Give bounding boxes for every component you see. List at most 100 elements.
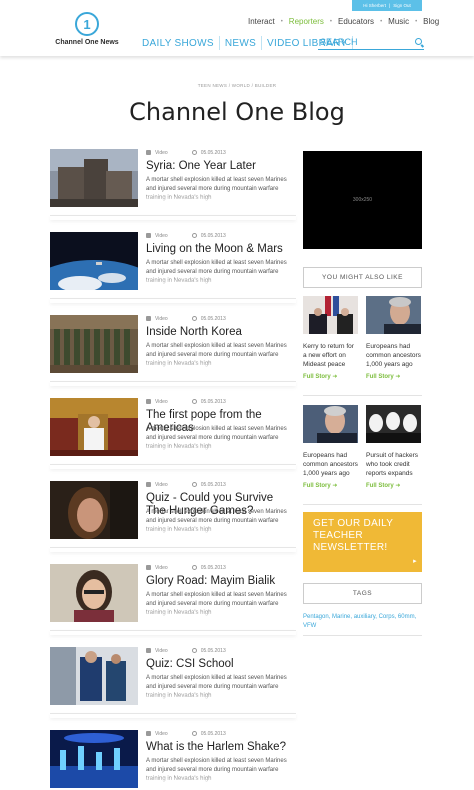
main-nav-daily-shows[interactable]: DAILY SHOWS <box>142 38 214 49</box>
article-item[interactable]: Video 05.05.2013 What is the Harlem Shak… <box>50 729 296 790</box>
top-nav-music[interactable]: Music <box>388 17 409 26</box>
arrow-right-icon: ➜ <box>395 483 401 489</box>
user-bar: Hi Sherbert | Sign Out <box>352 0 422 11</box>
tag-list[interactable]: Pentagon, Marine, auxiliary, Corps, 60mm… <box>303 613 422 631</box>
article-item[interactable]: Video 05.05.2013 The first pope from the… <box>50 397 296 480</box>
article-type: Video <box>146 316 168 322</box>
full-story-link[interactable]: Full Story ➜ <box>366 482 421 489</box>
page-title: Channel One Blog <box>129 98 345 126</box>
site-logo[interactable]: 1 Channel One News <box>52 12 122 46</box>
article-item[interactable]: Video 05.05.2013 Inside North Korea A mo… <box>50 314 296 397</box>
top-nav-interact[interactable]: Interact <box>248 17 275 26</box>
article-divider <box>50 713 296 718</box>
article-list: Video 05.05.2013 Syria: One Year Later A… <box>50 148 296 790</box>
ad-banner[interactable]: 300x250 <box>303 151 422 249</box>
article-type-label: Video <box>155 565 168 571</box>
article-date-label: 05.05.2013 <box>200 648 226 654</box>
article-date: 05.05.2013 <box>191 648 226 654</box>
article-title[interactable]: Living on the Moon & Mars <box>146 243 294 256</box>
article-item[interactable]: Video 05.05.2013 Quiz: CSI School A mort… <box>50 646 296 729</box>
newsletter-signup-button[interactable]: GET OUR DAILY TEACHER NEWSLETTER! ▸ <box>303 512 422 572</box>
article-item[interactable]: Video 05.05.2013 Quiz - Could you Surviv… <box>50 480 296 563</box>
logo-mark: 1 <box>75 12 99 36</box>
full-story-label: Full Story <box>366 374 394 380</box>
article-thumbnail[interactable] <box>50 564 138 622</box>
article-type-label: Video <box>155 150 168 156</box>
user-greeting[interactable]: Hi Sherbert <box>363 3 386 8</box>
article-meta: Video 05.05.2013 <box>146 399 226 405</box>
breadcrumb: TEEN NEWS / WORLD / BUILDER <box>197 83 277 88</box>
article-title[interactable]: Quiz: CSI School <box>146 658 294 671</box>
article-date: 05.05.2013 <box>191 482 226 488</box>
article-thumbnail[interactable] <box>50 481 138 539</box>
video-icon <box>146 399 151 405</box>
article-item[interactable]: Video 05.05.2013 Syria: One Year Later A… <box>50 148 296 231</box>
article-item[interactable]: Video 05.05.2013 Glory Road: Mayim Biali… <box>50 563 296 646</box>
excerpt-fade <box>146 607 290 619</box>
article-title[interactable]: What is the Harlem Shake? <box>146 741 294 754</box>
article-divider <box>50 464 296 469</box>
article-thumbnail[interactable] <box>50 232 138 290</box>
article-type-label: Video <box>155 731 168 737</box>
article-type-label: Video <box>155 233 168 239</box>
full-story-link[interactable]: Full Story ➜ <box>303 373 358 380</box>
article-date: 05.05.2013 <box>191 565 226 571</box>
article-divider <box>50 215 296 220</box>
top-nav: Interact • Reporters • Educators • Music… <box>248 17 439 26</box>
article-thumbnail[interactable] <box>50 398 138 456</box>
full-story-label: Full Story <box>303 374 331 380</box>
article-meta: Video 05.05.2013 <box>146 316 226 322</box>
search-input[interactable]: SEARCH <box>318 35 424 50</box>
article-divider <box>50 547 296 552</box>
logo-text: Channel One News <box>55 39 119 46</box>
related-thumbnail[interactable] <box>303 405 358 443</box>
article-date: 05.05.2013 <box>191 731 226 737</box>
sign-out-link[interactable]: Sign Out <box>393 3 411 8</box>
full-story-link[interactable]: Full Story ➜ <box>366 373 421 380</box>
article-title[interactable]: Syria: One Year Later <box>146 160 294 173</box>
related-text: Kerry to return for a new effort on Mide… <box>303 343 354 368</box>
article-thumbnail[interactable] <box>50 315 138 373</box>
related-item[interactable]: Europeans had common ancestors 1,000 yea… <box>303 405 358 489</box>
article-type: Video <box>146 731 168 737</box>
article-type: Video <box>146 233 168 239</box>
article-thumbnail[interactable] <box>50 730 138 788</box>
nav-dot: • <box>280 18 283 25</box>
nav-dot: • <box>380 18 383 25</box>
article-type: Video <box>146 399 168 405</box>
article-date: 05.05.2013 <box>191 150 226 156</box>
full-story-link[interactable]: Full Story ➜ <box>303 482 358 489</box>
article-date-label: 05.05.2013 <box>200 233 226 239</box>
related-thumbnail[interactable] <box>366 296 421 334</box>
article-meta: Video 05.05.2013 <box>146 233 226 239</box>
excerpt-fade <box>146 524 290 536</box>
related-thumbnail[interactable] <box>366 405 421 443</box>
search-icon[interactable] <box>415 38 422 45</box>
article-title[interactable]: Glory Road: Mayim Bialik <box>146 575 294 588</box>
nav-separator <box>261 36 263 50</box>
article-meta: Video 05.05.2013 <box>146 731 226 737</box>
related-item[interactable]: Kerry to return for a new effort on Mide… <box>303 296 358 380</box>
related-thumbnail[interactable] <box>303 296 358 334</box>
article-item[interactable]: Video 05.05.2013 Living on the Moon & Ma… <box>50 231 296 314</box>
article-thumbnail[interactable] <box>50 149 138 207</box>
article-thumbnail[interactable] <box>50 647 138 705</box>
main-nav-news[interactable]: NEWS <box>225 38 256 49</box>
video-icon <box>146 150 151 156</box>
top-nav-blog[interactable]: Blog <box>423 17 439 26</box>
top-nav-educators[interactable]: Educators <box>338 17 374 26</box>
search-placeholder: SEARCH <box>320 37 358 47</box>
video-icon <box>146 316 151 322</box>
related-item[interactable]: Pursuit of hackers who took credit repor… <box>366 405 421 489</box>
article-date-label: 05.05.2013 <box>200 482 226 488</box>
article-date: 05.05.2013 <box>191 399 226 405</box>
arrow-right-icon: ➜ <box>332 374 338 380</box>
video-icon <box>146 648 151 654</box>
sidebar-divider <box>303 635 422 636</box>
article-date-label: 05.05.2013 <box>200 565 226 571</box>
related-item[interactable]: Europeans had common ancestors 1,000 yea… <box>366 296 421 380</box>
related-text: Pursuit of hackers who took credit repor… <box>366 452 419 477</box>
arrow-right-icon: ➜ <box>395 374 401 380</box>
article-title[interactable]: Inside North Korea <box>146 326 294 339</box>
top-nav-reporters[interactable]: Reporters <box>289 17 324 26</box>
